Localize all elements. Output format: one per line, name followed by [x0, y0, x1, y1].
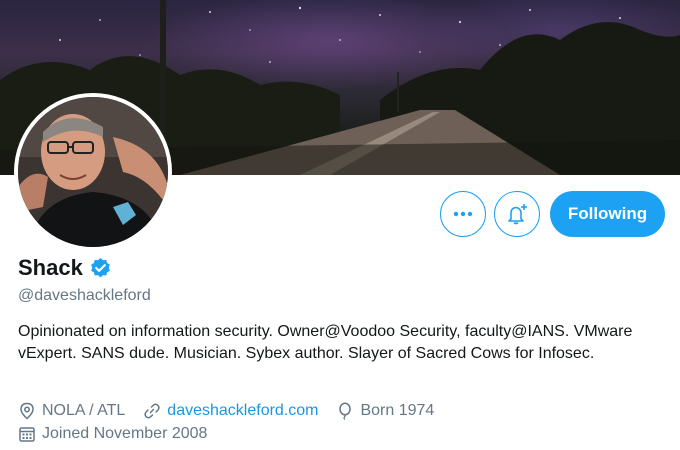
notifications-button[interactable]	[494, 191, 540, 237]
display-name: Shack	[18, 255, 83, 280]
balloon-icon	[339, 402, 352, 420]
profile-handle: @daveshackleford	[18, 287, 151, 304]
joined-item: Joined November 2008	[18, 425, 207, 443]
location-item: NOLA / ATL	[18, 402, 125, 420]
verified-badge-icon	[90, 257, 110, 277]
birthday-text: Born 1974	[360, 402, 435, 419]
following-button-label: Following	[567, 204, 648, 223]
birthday-item: Born 1974	[336, 402, 434, 420]
profile-meta-row: NOLA / ATL daveshackleford.com Born 1974	[18, 402, 452, 420]
profile-joined-row: Joined November 2008	[18, 425, 225, 443]
bell-plus-icon	[508, 204, 527, 225]
location-pin-icon	[20, 402, 34, 420]
link-icon	[144, 403, 160, 419]
website-item[interactable]: daveshackleford.com	[143, 402, 318, 420]
calendar-icon	[19, 427, 35, 442]
more-options-button[interactable]	[440, 191, 486, 237]
profile-bio: Opinionated on information security. Own…	[18, 323, 633, 362]
location-text: NOLA / ATL	[42, 402, 126, 419]
joined-text: Joined November 2008	[42, 425, 208, 442]
avatar-photo	[18, 97, 168, 247]
website-link[interactable]: daveshackleford.com	[167, 402, 318, 420]
more-dots-icon	[453, 211, 473, 217]
profile-name-row: Shack	[18, 255, 112, 281]
following-button[interactable]: Following	[550, 191, 665, 237]
profile-avatar[interactable]	[14, 93, 172, 251]
